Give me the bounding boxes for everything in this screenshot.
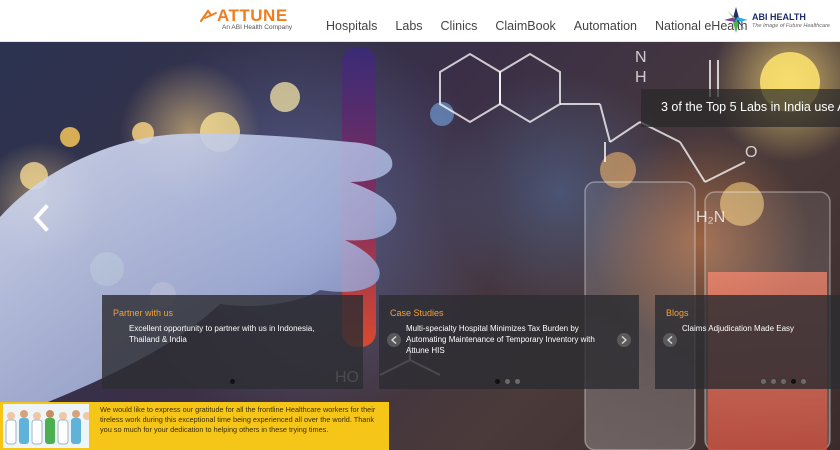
pagination-dot[interactable]	[761, 379, 766, 384]
pagination-dot[interactable]	[505, 379, 510, 384]
brand-name: ATTUNE	[217, 6, 288, 25]
card-title: Blogs	[666, 308, 689, 318]
healthcare-workers-icon	[5, 410, 89, 445]
chevron-left-icon	[667, 336, 673, 344]
pagination-dot[interactable]	[230, 379, 235, 384]
nav-claimbook[interactable]: ClaimBook	[495, 19, 555, 33]
brand-tagline: An ABI Health Company	[222, 24, 293, 31]
chevron-left-icon	[391, 336, 397, 344]
abi-name: ABI HEALTH	[752, 12, 806, 22]
abi-tagline: The Image of Future Healthcare	[752, 23, 830, 29]
card-blogs[interactable]: Blogs Claims Adjudication Made Easy	[655, 295, 840, 389]
pagination-dot[interactable]	[515, 379, 520, 384]
abi-star-icon	[724, 7, 748, 33]
svg-text:H₂N: H₂N	[696, 209, 725, 226]
healthcare-workers-illustration	[3, 404, 89, 448]
card-prev-button[interactable]	[387, 333, 401, 347]
card-pagination	[230, 379, 235, 384]
pagination-dot[interactable]	[771, 379, 776, 384]
chevron-right-icon	[621, 336, 627, 344]
main-nav: Hospitals Labs Clinics ClaimBook Automat…	[326, 19, 747, 33]
pagination-dot[interactable]	[791, 379, 796, 384]
card-prev-button[interactable]	[663, 333, 677, 347]
gratitude-message: We would like to express our gratitude f…	[100, 405, 376, 434]
pagination-dot[interactable]	[781, 379, 786, 384]
site-header: ATTUNE An ABI Health Company Hospitals L…	[0, 0, 840, 42]
nav-labs[interactable]: Labs	[395, 19, 422, 33]
card-body[interactable]: Claims Adjudication Made Easy	[682, 323, 832, 334]
nav-clinics[interactable]: Clinics	[441, 19, 478, 33]
card-body[interactable]: Multi-specialty Hospital Minimizes Tax B…	[406, 323, 611, 356]
nav-automation[interactable]: Automation	[574, 19, 637, 33]
card-body[interactable]: Excellent opportunity to partner with us…	[129, 323, 344, 345]
pagination-dot[interactable]	[801, 379, 806, 384]
nav-hospitals[interactable]: Hospitals	[326, 19, 377, 33]
card-case-studies[interactable]: Case Studies Multi-specialty Hospital Mi…	[379, 295, 639, 389]
ticker-text: 3 of the Top 5 Labs in India use Attune	[661, 100, 840, 114]
chevron-left-icon[interactable]	[30, 204, 52, 232]
hero-carousel[interactable]: N H H₂N O HO 3 of the Top 5 Labs in Indi…	[0, 42, 840, 450]
card-pagination	[495, 379, 520, 384]
attune-logo[interactable]: ATTUNE An ABI Health Company	[200, 6, 292, 36]
card-next-button[interactable]	[617, 333, 631, 347]
news-ticker[interactable]: 3 of the Top 5 Labs in India use Attune	[641, 89, 840, 127]
abi-health-logo[interactable]: ABI HEALTH The Image of Future Healthcar…	[722, 4, 830, 38]
pagination-dot[interactable]	[495, 379, 500, 384]
svg-text:N: N	[635, 49, 647, 66]
attune-logo-mark-icon	[200, 9, 217, 23]
svg-text:H: H	[635, 69, 647, 86]
card-title: Case Studies	[390, 308, 444, 318]
card-pagination	[761, 379, 806, 384]
svg-text:O: O	[745, 144, 757, 161]
card-partner-with-us[interactable]: Partner with us Excellent opportunity to…	[102, 295, 363, 389]
card-title: Partner with us	[113, 308, 174, 318]
gratitude-notice: We would like to express our gratitude f…	[0, 402, 389, 450]
